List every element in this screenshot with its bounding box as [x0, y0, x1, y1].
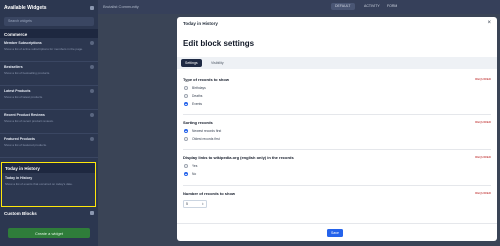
widget-desc: Show a list of featured products. — [4, 143, 47, 147]
radio-label: Birthdays — [192, 85, 206, 90]
record-count-input[interactable]: 5 ⇕ — [183, 200, 207, 208]
radio-label: Oldest records first — [192, 136, 220, 141]
field-label: Sorting records — [183, 120, 213, 125]
add-icon[interactable] — [90, 137, 94, 141]
radio-button[interactable] — [184, 163, 188, 168]
widget-title: Latest Products — [4, 89, 31, 93]
widget-item[interactable]: Featured Products Show a list of feature… — [0, 134, 98, 158]
modal-tabs: Settings Visibility — [177, 57, 497, 69]
close-icon[interactable]: × — [487, 20, 491, 26]
page-topbar: Brutalist Community DEFAULT ACTIVITY FOR… — [98, 0, 500, 14]
widget-desc: Show a list of bestselling products. — [4, 71, 51, 75]
add-icon[interactable] — [90, 41, 94, 45]
radio-option[interactable]: Oldest records first — [183, 136, 491, 141]
radio-option[interactable]: Birthdays — [183, 85, 491, 90]
record-count-value: 5 — [186, 202, 188, 206]
widgets-sidebar: Available Widgets Search widgets Commerc… — [0, 0, 98, 246]
tab-default[interactable]: DEFAULT — [331, 3, 355, 10]
save-button[interactable]: Save — [327, 229, 343, 237]
radio-button-selected[interactable] — [184, 101, 188, 106]
widget-search-input[interactable]: Search widgets — [4, 17, 94, 26]
widget-title: Featured Products — [4, 137, 35, 141]
divider — [183, 149, 491, 150]
widget-item-today-in-history[interactable]: Today in History Show a list of events t… — [2, 173, 95, 189]
add-icon[interactable] — [90, 89, 94, 93]
tab-visibility[interactable]: Visibility — [207, 59, 228, 67]
modal-header-title: Today in History — [183, 20, 218, 26]
widget-desc: Show a list of active subscriptions for … — [4, 47, 84, 51]
brand-label: Brutalist Community — [103, 4, 139, 9]
field-record-type: Type of records to show REQUIRED Birthda… — [183, 77, 491, 106]
radio-option[interactable]: Yes — [183, 163, 491, 168]
collapse-icon[interactable] — [90, 6, 94, 10]
radio-label: Yes — [192, 163, 198, 168]
widget-desc: Show a list of events that occurred on t… — [5, 182, 73, 186]
widget-item[interactable]: Recent Product Reviews Show a list of re… — [0, 110, 98, 134]
field-wikipedia-links: Display links to wikipedia.org (english … — [183, 155, 491, 176]
widget-desc: Show a list of recent product reviews. — [4, 119, 54, 123]
required-badge: REQUIRED — [475, 191, 491, 195]
radio-button-selected[interactable] — [184, 128, 188, 133]
stepper-icon[interactable]: ⇕ — [201, 202, 204, 206]
radio-button[interactable] — [184, 93, 188, 98]
add-icon[interactable] — [90, 65, 94, 69]
modal-header: Today in History × — [177, 17, 497, 29]
radio-label: Events — [192, 101, 203, 106]
highlighted-widget-group: Today in History Today in History Show a… — [1, 162, 96, 207]
modal-footer: Save — [177, 223, 497, 241]
divider — [183, 114, 491, 115]
add-icon[interactable] — [90, 113, 94, 117]
field-label: Number of records to show — [183, 191, 236, 196]
radio-button[interactable] — [184, 136, 188, 141]
radio-button-selected[interactable] — [184, 171, 188, 176]
field-sorting: Sorting records REQUIRED Newest records … — [183, 120, 491, 141]
custom-blocks-section: Custom Blocks Create a widget — [0, 209, 98, 238]
divider — [183, 185, 491, 186]
widget-item[interactable]: Bestsellers Show a list of bestselling p… — [0, 62, 98, 86]
radio-button[interactable] — [184, 85, 188, 90]
create-widget-button[interactable]: Create a widget — [8, 228, 90, 238]
tab-settings[interactable]: Settings — [181, 59, 202, 67]
radio-option[interactable]: Newest records first — [183, 128, 491, 133]
tab-activity[interactable]: ACTIVITY — [360, 3, 384, 10]
widget-title: Recent Product Reviews — [4, 113, 45, 117]
edit-block-modal: Today in History × Edit block settings S… — [177, 17, 497, 241]
widget-desc: Show a list of latest products. — [4, 95, 44, 99]
widget-title: Member Subscriptions — [4, 41, 42, 45]
widget-item[interactable]: Latest Products Show a list of latest pr… — [0, 86, 98, 110]
radio-option[interactable]: No — [183, 171, 491, 176]
radio-option[interactable]: Deaths — [183, 93, 491, 98]
section-today-in-history: Today in History — [2, 163, 95, 173]
radio-label: Newest records first — [192, 128, 222, 133]
field-record-count: Number of records to show REQUIRED 5 ⇕ — [183, 191, 491, 208]
field-label: Type of records to show — [183, 77, 229, 82]
sidebar-title: Available Widgets — [4, 5, 47, 11]
required-badge: REQUIRED — [475, 155, 491, 159]
required-badge: REQUIRED — [475, 120, 491, 124]
modal-title: Edit block settings — [183, 39, 255, 48]
field-label: Display links to wikipedia.org (english … — [183, 155, 294, 160]
radio-option[interactable]: Events — [183, 101, 491, 106]
custom-blocks-title: Custom Blocks — [4, 211, 37, 216]
tab-form[interactable]: FORM — [383, 3, 401, 10]
radio-label: Deaths — [192, 93, 203, 98]
widget-title: Bestsellers — [4, 65, 23, 69]
sidebar-header: Available Widgets — [0, 0, 98, 16]
radio-label: No — [192, 171, 197, 176]
required-badge: REQUIRED — [475, 77, 491, 81]
widget-item[interactable]: Member Subscriptions Show a list of acti… — [0, 38, 98, 62]
chevron-icon[interactable] — [90, 211, 94, 215]
widget-title: Today in History — [5, 176, 33, 180]
section-commerce: Commerce — [0, 29, 98, 38]
